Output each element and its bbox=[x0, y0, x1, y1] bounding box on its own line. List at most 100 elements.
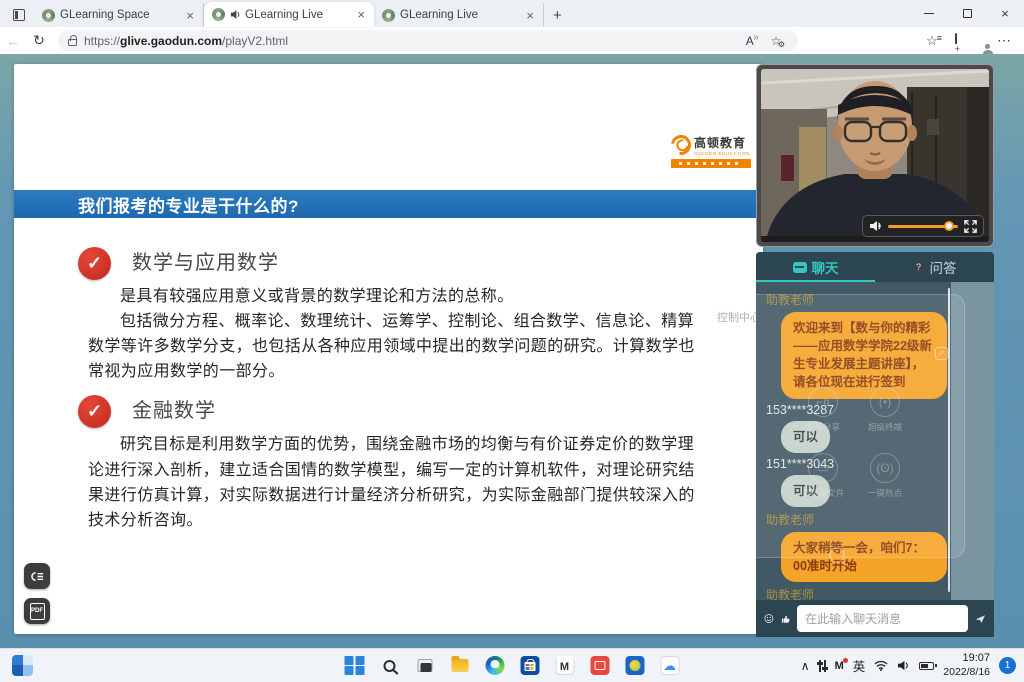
browser-menu-icon[interactable]: ⋯ bbox=[992, 32, 1016, 49]
pdf-icon: PDF bbox=[30, 603, 45, 620]
collections-icon[interactable] bbox=[944, 34, 968, 48]
video-controls bbox=[862, 215, 984, 237]
speaker-icon[interactable] bbox=[897, 660, 910, 671]
chat-message-list[interactable]: 助教老师 欢迎来到【数与你的精彩 ——应用数学学院22级新生专业发展主题讲座】，… bbox=[756, 282, 994, 600]
blue-app-button[interactable] bbox=[624, 655, 646, 677]
m-app-button[interactable]: M bbox=[554, 655, 576, 677]
battery-icon[interactable] bbox=[919, 662, 934, 670]
chat-message: 助教老师 刚进来的同学，本场讲座已经开始 bbox=[766, 586, 994, 600]
back-button[interactable]: ← bbox=[0, 33, 26, 49]
browser-addressbar: ← ↻ https://glive.gaodun.com/playV2.html… bbox=[0, 27, 1024, 54]
file-explorer-button[interactable] bbox=[449, 655, 471, 677]
chat-message: 153****3287 可以 bbox=[766, 403, 994, 453]
like-icon[interactable] bbox=[781, 610, 790, 628]
search-icon bbox=[384, 660, 396, 672]
address-field[interactable]: https://glive.gaodun.com/playV2.html A ☆ bbox=[58, 30, 798, 51]
ime-indicator[interactable]: 英 bbox=[853, 656, 866, 675]
tab-glearning-live-active[interactable]: GLearning Live × bbox=[204, 2, 374, 27]
widgets-button[interactable] bbox=[12, 655, 33, 676]
m-tray-icon[interactable]: M bbox=[835, 660, 844, 672]
vertical-tabs-icon bbox=[13, 9, 25, 21]
notification-badge[interactable]: 1 bbox=[999, 657, 1016, 674]
gaodun-logo: 高顿教育 GOLDEN EDUCATION bbox=[671, 134, 751, 168]
maximize-icon bbox=[963, 9, 972, 18]
tab-qa[interactable]: ? 问答 bbox=[875, 252, 994, 282]
wifi-icon[interactable] bbox=[874, 660, 888, 671]
chat-tab-label: 聊天 bbox=[812, 257, 839, 277]
check-bullet-icon: ✓ bbox=[78, 247, 111, 280]
message-bubble: 欢迎来到【数与你的精彩 ——应用数学学院22级新生专业发展主题讲座】，请各位现在… bbox=[781, 312, 947, 399]
emoji-icon[interactable] bbox=[764, 609, 774, 628]
site-favicon bbox=[212, 8, 225, 21]
microsoft-store-button[interactable] bbox=[519, 655, 541, 677]
check-bullet-icon: ✓ bbox=[78, 395, 111, 428]
close-button[interactable]: × bbox=[986, 0, 1024, 27]
new-tab-button[interactable]: + bbox=[544, 7, 571, 27]
favorites-bar-icon[interactable]: ☆ bbox=[920, 33, 944, 49]
start-button[interactable] bbox=[344, 655, 366, 677]
tab-close-icon[interactable]: × bbox=[523, 9, 537, 22]
tab-chat[interactable]: 聊天 bbox=[756, 252, 875, 282]
pdf-button[interactable]: PDF bbox=[24, 598, 50, 624]
chat-header: 聊天 ? 问答 bbox=[756, 252, 994, 282]
paragraph: 包括微分方程、概率论、数理统计、运筹学、控制论、组合数学、信息论、精算数学等许多… bbox=[88, 309, 704, 384]
url-path: /playV2.html bbox=[222, 34, 288, 48]
minimize-button[interactable] bbox=[910, 0, 948, 27]
window-controls: × bbox=[910, 0, 1024, 27]
hidden-icons-chevron[interactable]: ∧ bbox=[801, 659, 810, 673]
chat-message-input[interactable] bbox=[797, 605, 968, 632]
windows-logo-icon bbox=[345, 656, 365, 676]
clock-time: 19:07 bbox=[943, 652, 990, 666]
teacher-video[interactable] bbox=[761, 69, 989, 242]
red-app-button[interactable] bbox=[589, 655, 611, 677]
slide-title-bar: 我们报考的专业是干什么的? bbox=[14, 190, 763, 218]
fullscreen-icon[interactable] bbox=[964, 220, 977, 233]
maximize-button[interactable] bbox=[948, 0, 986, 27]
minimize-icon bbox=[924, 13, 934, 14]
cloud-app-button[interactable]: ☁ bbox=[659, 655, 681, 677]
read-aloud-icon[interactable]: A bbox=[740, 34, 764, 48]
slide-section-finance: ✓ 金融数学 研究目标是利用数学方面的优势，围绕金融市场的均衡与有价证券定价的数… bbox=[88, 394, 719, 532]
volume-icon[interactable] bbox=[869, 220, 883, 232]
slide-section-math: ✓ 数学与应用数学 是具有较强应用意义或背景的数学理论和方法的总称。 包括微分方… bbox=[88, 246, 719, 384]
chat-message: 助教老师 大家稍等一会，咱们7：00准时开始 bbox=[766, 511, 994, 582]
message-sender: 151****3043 bbox=[766, 457, 994, 471]
send-icon[interactable] bbox=[975, 610, 986, 628]
chat-input-bar bbox=[756, 600, 994, 637]
refresh-button[interactable]: ↻ bbox=[26, 32, 52, 49]
favorite-star-icon[interactable]: ☆ bbox=[764, 34, 788, 48]
search-button[interactable] bbox=[379, 655, 401, 677]
live-page: 高顿教育 GOLDEN EDUCATION 我们报考的专业是干什么的? ✓ 数学… bbox=[0, 54, 1024, 648]
m-app-icon: M bbox=[555, 656, 574, 675]
volume-slider[interactable] bbox=[888, 225, 958, 228]
logo-name: 高顿教育 bbox=[694, 134, 750, 151]
url-text: https://glive.gaodun.com/playV2.html bbox=[84, 34, 288, 48]
tab-title: GLearning Space bbox=[60, 9, 183, 21]
mixer-tray-icon[interactable] bbox=[819, 660, 826, 672]
edge-browser-button[interactable] bbox=[484, 655, 506, 677]
tab-actions-button[interactable] bbox=[6, 4, 32, 26]
teacher-webcam-frame bbox=[761, 69, 989, 236]
message-bubble: 可以 bbox=[781, 421, 830, 453]
store-icon bbox=[520, 656, 539, 675]
outline-button[interactable] bbox=[24, 563, 50, 589]
url-scheme: https:// bbox=[84, 34, 120, 48]
red-app-icon bbox=[590, 656, 609, 675]
browser-tabstrip: GLearning Space × GLearning Live × GLear… bbox=[0, 0, 1024, 27]
taskbar-clock[interactable]: 19:07 2022/8/16 bbox=[943, 652, 990, 679]
message-bubble: 可以 bbox=[781, 475, 830, 507]
url-host: glive.gaodun.com bbox=[120, 34, 222, 48]
tab-close-icon[interactable]: × bbox=[354, 8, 368, 21]
message-sender: 助教老师 bbox=[766, 291, 994, 308]
slide-title: 我们报考的专业是干什么的? bbox=[78, 192, 299, 217]
tab-glearning-live-2[interactable]: GLearning Live × bbox=[374, 3, 544, 27]
volume-knob[interactable] bbox=[944, 221, 954, 231]
section-paragraphs: 研究目标是利用数学方面的优势，围绕金融市场的均衡与有价证券定价的数学理论进行深入… bbox=[88, 432, 704, 532]
tab-title: GLearning Live bbox=[245, 9, 354, 21]
section-heading: 金融数学 bbox=[132, 394, 719, 423]
tab-glearning-space[interactable]: GLearning Space × bbox=[34, 3, 204, 27]
qa-tab-label: 问答 bbox=[930, 257, 957, 277]
tab-audio-icon[interactable] bbox=[230, 9, 241, 20]
task-view-button[interactable] bbox=[414, 655, 436, 677]
tab-close-icon[interactable]: × bbox=[183, 9, 197, 22]
